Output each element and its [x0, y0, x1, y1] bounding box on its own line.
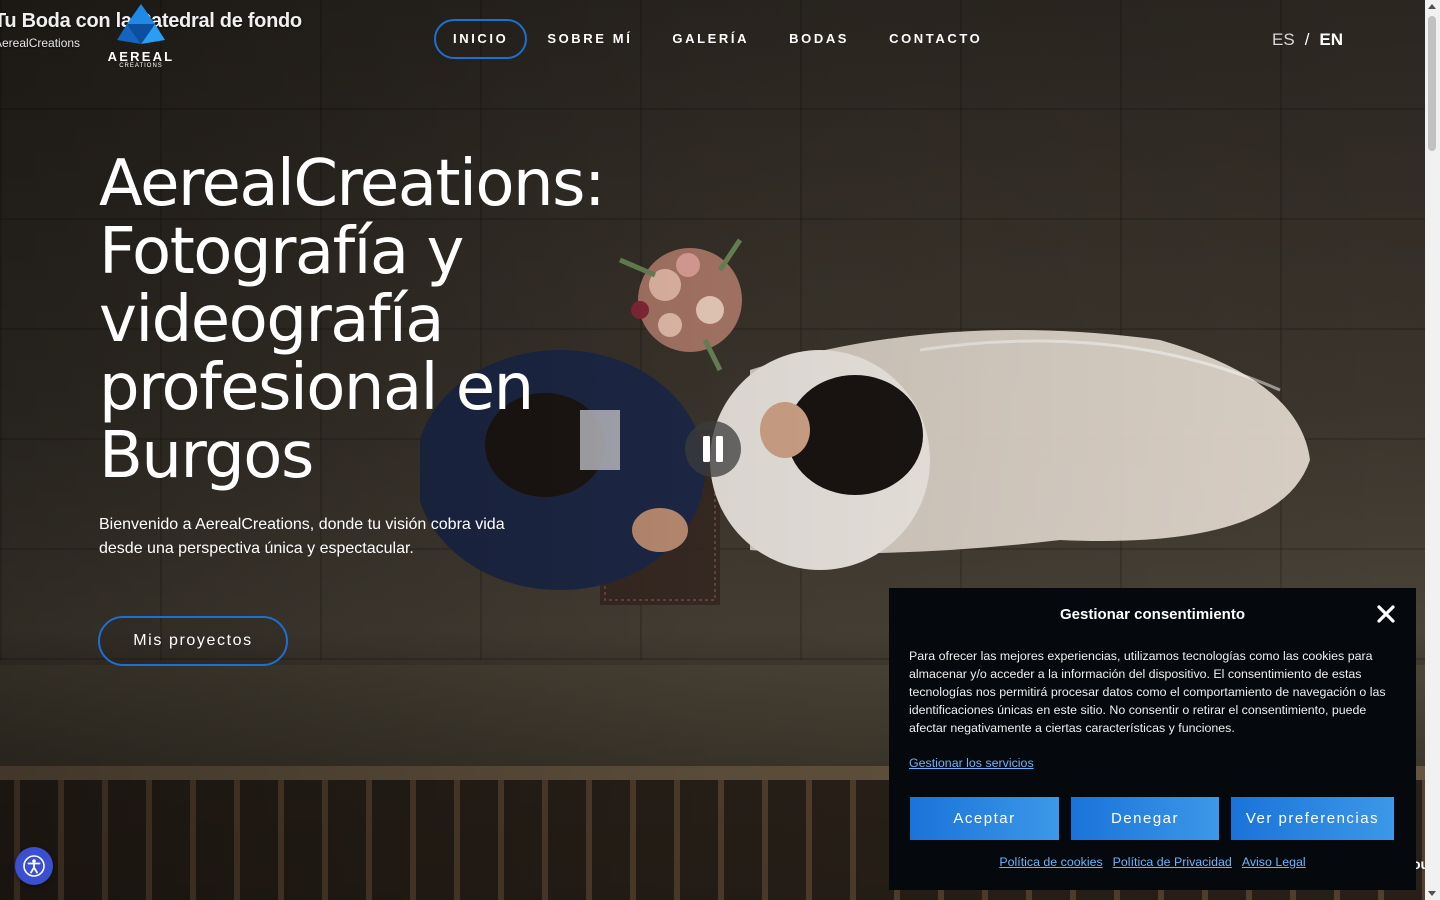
consent-close-button[interactable]: [1376, 604, 1396, 624]
cookie-consent-dialog: Gestionar consentimiento Para ofrecer la…: [889, 588, 1416, 890]
accessibility-icon: [23, 855, 45, 877]
lang-en-link[interactable]: EN: [1319, 30, 1343, 50]
hero-title: AerealCreations: Fotografía y videografí…: [99, 147, 606, 493]
consent-text: Para ofrecer las mejores experiencias, u…: [909, 649, 1386, 735]
language-switcher: ES / EN: [1272, 30, 1343, 50]
consent-preferences-button[interactable]: Ver preferencias: [1231, 797, 1394, 840]
page: Tu Boda con la Catedral de fondo AerealC…: [0, 0, 1440, 900]
logo-mark-icon: [117, 4, 165, 44]
nav-item-sobre-mi[interactable]: SOBRE MÍ: [527, 19, 652, 59]
logo-subword: CREATIONS: [119, 63, 163, 69]
page-scrollbar[interactable]: [1425, 0, 1440, 900]
main-nav: INICIO SOBRE MÍ GALERÍA BODAS CONTACTO: [434, 19, 1002, 59]
consent-title: Gestionar consentimiento: [1059, 606, 1246, 623]
accessibility-button[interactable]: [15, 847, 53, 885]
privacy-policy-link[interactable]: Política de Privacidad: [1113, 855, 1232, 869]
consent-accept-button[interactable]: Aceptar: [910, 797, 1059, 840]
nav-item-inicio[interactable]: INICIO: [434, 19, 528, 59]
consent-manage-services-link[interactable]: Gestionar los servicios: [909, 756, 1034, 770]
consent-links: Política de cookies Política de Privacid…: [889, 855, 1416, 869]
scroll-down-arrow-icon[interactable]: [1428, 891, 1436, 896]
projects-button[interactable]: Mis proyectos: [98, 616, 288, 666]
scrollbar-thumb[interactable]: [1428, 16, 1436, 151]
video-pause-button[interactable]: [685, 421, 741, 477]
legal-notice-link[interactable]: Aviso Legal: [1242, 855, 1306, 869]
consent-deny-button[interactable]: Denegar: [1071, 797, 1219, 840]
lang-separator: /: [1304, 30, 1310, 49]
pause-icon: [703, 436, 723, 462]
nav-item-bodas[interactable]: BODAS: [769, 19, 869, 59]
nav-item-contacto[interactable]: CONTACTO: [869, 19, 1002, 59]
lang-es-link[interactable]: ES: [1272, 30, 1295, 50]
logo-word: AEREAL: [107, 49, 175, 64]
close-icon: [1377, 605, 1395, 623]
consent-buttons: Aceptar Denegar Ver preferencias: [910, 797, 1394, 840]
cookie-policy-link[interactable]: Política de cookies: [999, 855, 1102, 869]
video-channel[interactable]: AerealCreations: [0, 36, 80, 50]
hero-subtitle: Bienvenido a AerealCreations, donde tu v…: [99, 516, 505, 557]
scroll-up-arrow-icon[interactable]: [1428, 4, 1436, 9]
site-logo[interactable]: AEREAL CREATIONS: [100, 2, 182, 78]
nav-item-galeria[interactable]: GALERÍA: [652, 19, 769, 59]
